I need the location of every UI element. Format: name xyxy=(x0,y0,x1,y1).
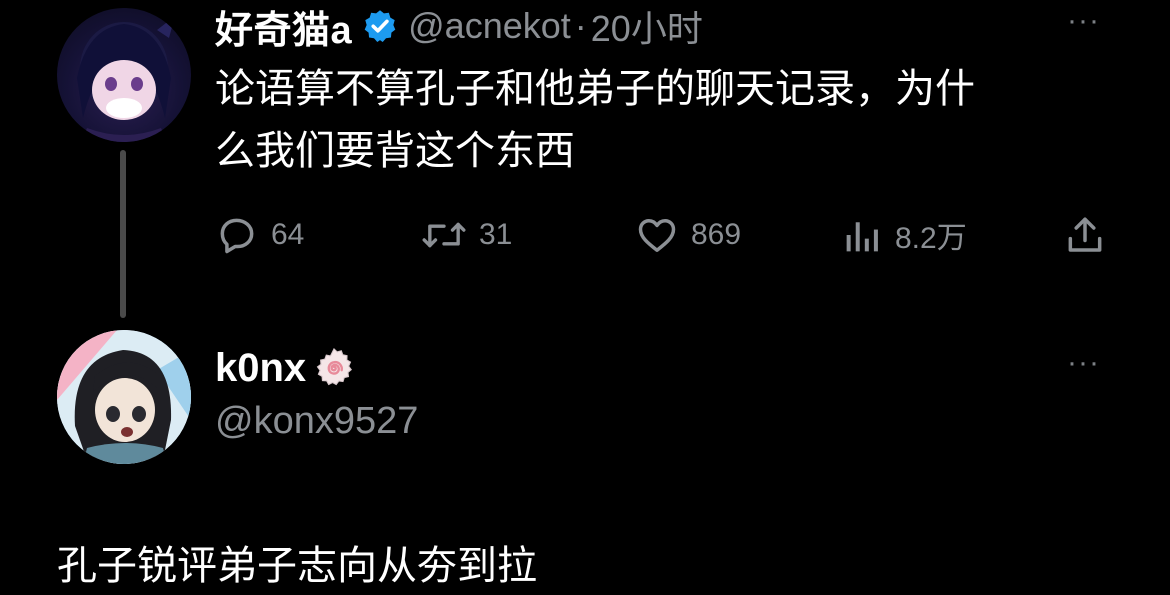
separator: · xyxy=(574,5,587,46)
reply-button[interactable]: 64 xyxy=(215,210,304,260)
avatar[interactable] xyxy=(57,330,191,464)
heart-icon xyxy=(635,213,679,257)
views-button[interactable]: 8.2万 xyxy=(843,210,967,260)
retweet-icon xyxy=(421,213,467,257)
tweet-header: 好奇猫a @acnekot · 20小时 xyxy=(215,0,703,52)
user-handle[interactable]: @konx9527 xyxy=(215,400,418,443)
views-icon xyxy=(843,213,883,257)
timestamp[interactable]: 20小时 xyxy=(591,0,703,52)
avatar-image xyxy=(77,16,175,142)
more-options-icon[interactable]: ··· xyxy=(1067,346,1100,380)
like-button[interactable]: 869 xyxy=(635,210,741,260)
like-count: 869 xyxy=(691,218,742,251)
verified-badge-icon xyxy=(362,8,398,44)
more-options-icon[interactable]: ··· xyxy=(1067,4,1100,38)
tweet-text: 论语算不算孔子和他弟子的聊天记录，为什 么我们要背这个东西 xyxy=(215,58,1085,182)
reply-count: 64 xyxy=(271,218,305,251)
view-count: 8.2万 xyxy=(895,222,967,255)
display-name[interactable]: k0nx xyxy=(215,346,306,391)
reply-header: k0nx xyxy=(215,344,356,392)
tweet-text-line: 么我们要背这个东西 xyxy=(215,129,575,173)
display-name[interactable]: 好奇猫a xyxy=(215,0,352,54)
retweet-button[interactable]: 31 xyxy=(421,210,512,260)
reply-icon xyxy=(215,213,259,257)
reply-text: 孔子锐评弟子志向从夯到拉 xyxy=(57,544,537,588)
retweet-count: 31 xyxy=(479,218,513,251)
share-icon xyxy=(1063,213,1107,257)
avatar[interactable] xyxy=(57,8,191,142)
share-button[interactable] xyxy=(1063,210,1107,260)
naruto-swirl-icon xyxy=(312,346,356,390)
user-handle[interactable]: @acnekot xyxy=(408,5,571,47)
avatar-image xyxy=(57,330,191,464)
thread-connector-line xyxy=(120,150,126,318)
tweet-text-line: 论语算不算孔子和他弟子的聊天记录，为什 xyxy=(215,67,975,111)
tweet-actions: 64 31 869 8.2万 xyxy=(215,210,1115,260)
